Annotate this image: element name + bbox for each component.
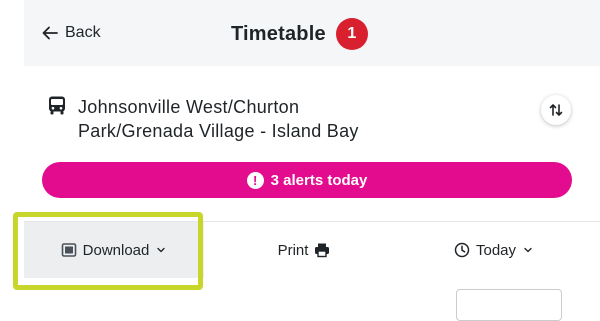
page-title: Timetable [231,22,326,45]
swap-direction-button[interactable] [541,95,571,125]
swap-direction-icon [549,104,563,116]
timetable-toolbar: Download Print Today [24,222,600,278]
notification-badge: 1 [335,18,368,50]
printer-icon [315,243,330,258]
arrow-left-icon [42,26,58,40]
bus-icon [49,96,65,115]
chevron-down-icon [157,247,166,253]
print-button[interactable]: Print [249,222,359,278]
chevron-down-icon [524,247,532,253]
today-label: Today [475,241,517,259]
back-button[interactable]: Back [40,21,101,45]
download-pdf-icon [61,243,76,257]
print-label: Print [277,241,309,259]
exclamation-icon: ! [246,171,264,189]
back-label: Back [65,24,101,41]
route-name: Johnsonville West/Churton Park/Grenada V… [78,97,359,141]
alerts-label: 3 alerts today [270,171,368,189]
download-button[interactable]: Download [24,222,204,278]
download-label: Download [82,241,150,259]
partially-visible-control[interactable] [456,289,562,321]
clock-icon [454,242,470,258]
alerts-button[interactable]: ! 3 alerts today [42,162,572,198]
timetable-header: Back Timetable 1 [24,0,600,66]
title-group: Timetable 1 [231,18,368,50]
date-selector-button[interactable]: Today [434,222,554,278]
route-info: Johnsonville West/Churton Park/Grenada V… [46,95,526,143]
